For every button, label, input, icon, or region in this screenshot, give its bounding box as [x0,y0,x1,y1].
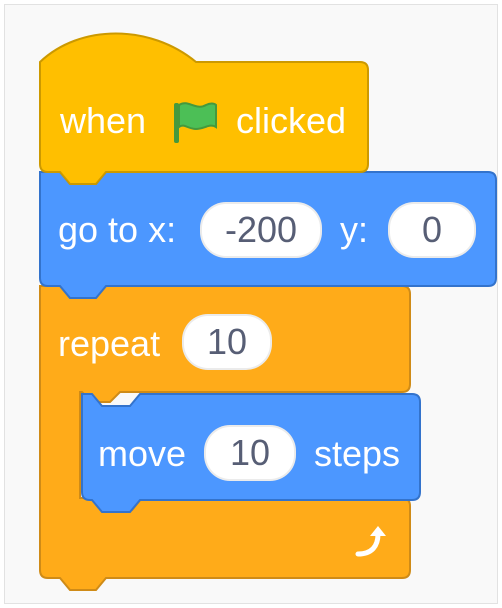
repeat-count-input[interactable]: 10 [182,314,272,370]
goto-x-label: go to x: [58,209,177,250]
y-value-input[interactable]: 0 [388,202,476,258]
when-label: when [60,100,147,141]
goto-y-label: y: [340,209,369,250]
green-flag-icon [174,102,217,143]
steps-value-input[interactable]: 10 [204,425,296,481]
script-stack [39,32,497,591]
rotate-arrow-icon [355,526,386,557]
steps-label: steps [314,433,401,474]
clicked-label: clicked [236,100,347,141]
x-value-input[interactable]: -200 [200,202,322,258]
repeat-label: repeat [58,323,161,364]
move-label: move [98,433,187,474]
